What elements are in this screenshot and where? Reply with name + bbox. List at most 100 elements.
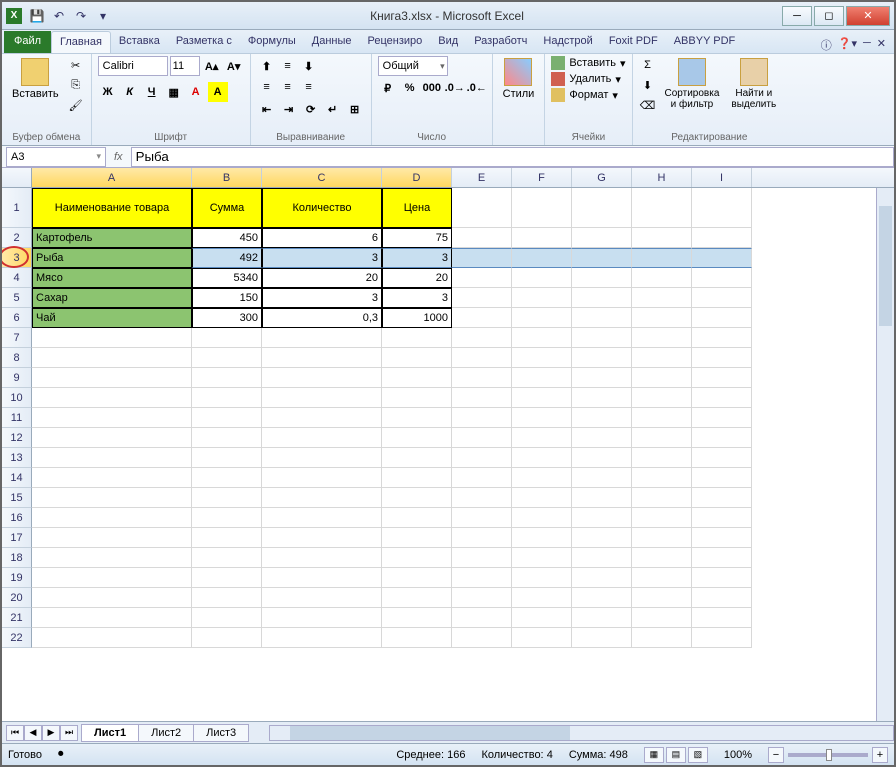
cell[interactable]: Сумма (192, 188, 262, 228)
cell[interactable] (512, 348, 572, 368)
cell[interactable] (692, 548, 752, 568)
cell[interactable] (632, 508, 692, 528)
increase-font-button[interactable]: A▴ (202, 56, 222, 76)
cell[interactable] (512, 408, 572, 428)
cell[interactable]: Мясо (32, 268, 192, 288)
cell[interactable] (632, 448, 692, 468)
cell[interactable] (632, 428, 692, 448)
cell[interactable]: Рыба (32, 248, 192, 268)
zoom-slider[interactable] (788, 753, 868, 757)
cell[interactable]: Количество (262, 188, 382, 228)
cell[interactable] (512, 548, 572, 568)
copy-button[interactable]: ⎘ (67, 76, 85, 94)
ribbon-tab-8[interactable]: Надстрой (535, 31, 600, 53)
cell[interactable] (32, 528, 192, 548)
align-center-button[interactable]: ≡ (278, 77, 298, 97)
border-button[interactable]: ▦ (164, 82, 184, 102)
column-header-F[interactable]: F (512, 168, 572, 187)
row-header-11[interactable]: 11 (2, 408, 32, 428)
cell[interactable] (452, 348, 512, 368)
merge-button[interactable]: ⊞ (345, 99, 365, 119)
cell[interactable]: 3 (382, 248, 452, 268)
formula-input[interactable] (131, 147, 894, 167)
cell[interactable] (382, 388, 452, 408)
cell[interactable] (512, 248, 572, 268)
row-header-22[interactable]: 22 (2, 628, 32, 648)
cell[interactable] (262, 448, 382, 468)
row-header-15[interactable]: 15 (2, 488, 32, 508)
cell[interactable] (692, 468, 752, 488)
cell[interactable] (452, 188, 512, 228)
cell[interactable] (692, 268, 752, 288)
delete-cells-button[interactable]: Удалить ▾ (551, 72, 625, 86)
cell[interactable] (452, 448, 512, 468)
cell[interactable] (572, 548, 632, 568)
cell[interactable] (32, 328, 192, 348)
cell[interactable] (512, 308, 572, 328)
paste-button[interactable]: Вставить (8, 56, 63, 102)
minimize-button[interactable]: ─ (782, 6, 812, 26)
ribbon-tab-2[interactable]: Разметка с (168, 31, 240, 53)
cell[interactable] (572, 588, 632, 608)
cell[interactable] (632, 488, 692, 508)
cell[interactable] (512, 428, 572, 448)
currency-button[interactable]: ₽ (378, 78, 398, 98)
cell[interactable]: 20 (262, 268, 382, 288)
cell[interactable] (632, 268, 692, 288)
cell[interactable] (512, 368, 572, 388)
sheet-tab-2[interactable]: Лист3 (193, 724, 249, 742)
cell[interactable] (632, 368, 692, 388)
cell[interactable] (692, 628, 752, 648)
help-icon[interactable]: ⓘ (821, 37, 832, 53)
cell[interactable] (382, 328, 452, 348)
insert-cells-button[interactable]: Вставить ▾ (551, 56, 625, 70)
cell[interactable] (512, 288, 572, 308)
doc-close-button[interactable]: ✕ (877, 37, 886, 53)
cell[interactable] (572, 328, 632, 348)
cell[interactable] (692, 568, 752, 588)
underline-button[interactable]: Ч (142, 82, 162, 102)
cell[interactable] (692, 528, 752, 548)
macro-record-icon[interactable]: ⏺ (58, 748, 64, 761)
ribbon-tab-3[interactable]: Формулы (240, 31, 304, 53)
cell[interactable] (192, 508, 262, 528)
cell[interactable] (262, 608, 382, 628)
cell[interactable] (192, 328, 262, 348)
increase-indent-button[interactable]: ⇥ (279, 99, 299, 119)
cell[interactable] (32, 628, 192, 648)
fill-button[interactable]: ⬇ (639, 76, 657, 94)
cell[interactable]: 0,3 (262, 308, 382, 328)
cell[interactable] (512, 328, 572, 348)
cell[interactable] (452, 608, 512, 628)
cell[interactable] (632, 608, 692, 628)
cell[interactable]: Наименование товара (32, 188, 192, 228)
cell[interactable] (262, 328, 382, 348)
cell[interactable] (452, 388, 512, 408)
cell[interactable] (192, 448, 262, 468)
cell[interactable] (572, 508, 632, 528)
cell[interactable] (692, 588, 752, 608)
row-header-14[interactable]: 14 (2, 468, 32, 488)
zoom-level[interactable]: 100% (724, 749, 752, 761)
column-header-D[interactable]: D (382, 168, 452, 187)
cell[interactable] (512, 468, 572, 488)
column-header-A[interactable]: A (32, 168, 192, 187)
view-layout-button[interactable]: ▤ (666, 747, 686, 763)
cell[interactable] (512, 588, 572, 608)
cell[interactable] (572, 488, 632, 508)
cell[interactable] (262, 388, 382, 408)
cell[interactable] (262, 488, 382, 508)
cell[interactable] (692, 188, 752, 228)
sheet-nav-prev[interactable]: ◀ (24, 725, 42, 741)
cell[interactable] (692, 328, 752, 348)
row-header-12[interactable]: 12 (2, 428, 32, 448)
cell[interactable] (572, 288, 632, 308)
cell[interactable] (452, 528, 512, 548)
ribbon-tab-10[interactable]: ABBYY PDF (666, 31, 744, 53)
ribbon-tab-6[interactable]: Вид (430, 31, 466, 53)
column-header-I[interactable]: I (692, 168, 752, 187)
cell[interactable] (32, 568, 192, 588)
cell[interactable] (452, 428, 512, 448)
cell[interactable] (382, 608, 452, 628)
align-top-button[interactable]: ⬆ (257, 56, 277, 76)
